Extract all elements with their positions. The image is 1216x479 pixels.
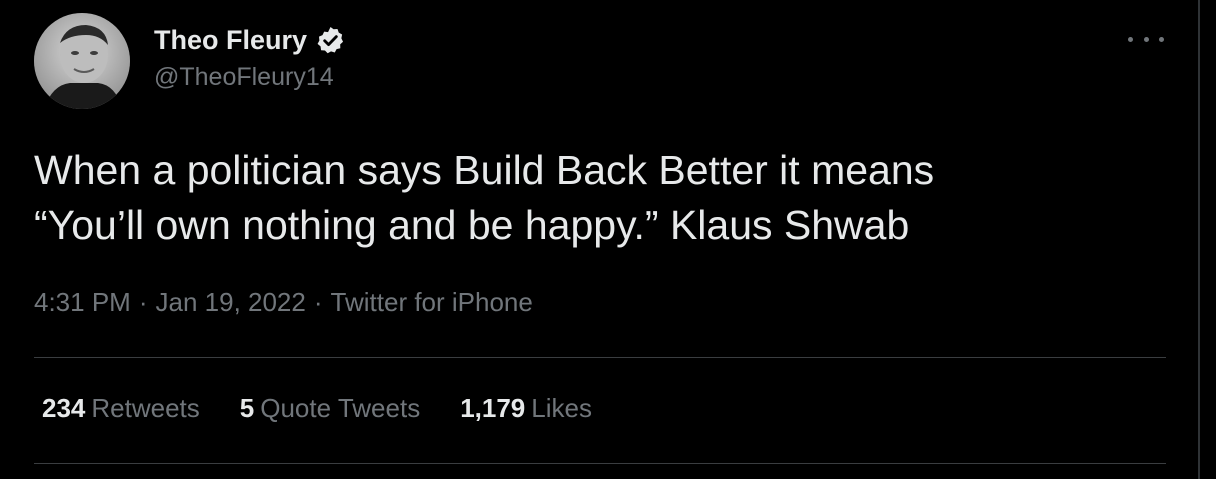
quote-tweets-count: 5	[239, 393, 255, 423]
tweet-time[interactable]: 4:31 PM	[34, 287, 131, 317]
tweet-text: When a politician says Build Back Better…	[34, 143, 1154, 253]
tweet-date[interactable]: Jan 19, 2022	[156, 287, 306, 317]
avatar-photo	[34, 13, 130, 109]
more-dot	[1143, 36, 1149, 42]
meta-separator: ·	[313, 287, 323, 317]
tweet-text-line: When a politician says Build Back Better…	[34, 147, 935, 193]
tweet-source[interactable]: Twitter for iPhone	[331, 287, 533, 317]
likes-stat[interactable]: 1,179 Likes	[460, 393, 592, 424]
divider	[34, 357, 1166, 358]
meta-separator: ·	[138, 287, 148, 317]
more-dot	[1128, 36, 1133, 42]
tweet-stats: 234 Retweets 5 Quote Tweets 1,179 Likes	[42, 393, 632, 424]
display-name[interactable]: Theo Fleury	[154, 25, 307, 56]
tweet-detail: Theo Fleury @TheoFleury14 When a politic…	[0, 0, 1198, 479]
quote-tweets-stat[interactable]: 5 Quote Tweets	[240, 393, 420, 424]
likes-label: Likes	[531, 393, 592, 423]
more-dot	[1159, 36, 1164, 42]
more-horizontal-icon[interactable]	[1128, 27, 1164, 51]
quote-tweets-label: Quote Tweets	[260, 393, 421, 423]
column-border	[1198, 0, 1200, 479]
retweets-count: 234	[42, 393, 86, 423]
tweet-metadata: 4:31 PM · Jan 19, 2022 · Twitter for iPhone	[34, 287, 533, 318]
divider	[34, 463, 1166, 464]
likes-count: 1,179	[460, 393, 526, 423]
retweets-stat[interactable]: 234 Retweets	[42, 393, 200, 424]
verified-badge-icon	[315, 25, 346, 56]
retweets-label: Retweets	[91, 393, 200, 423]
avatar[interactable]	[34, 13, 130, 109]
tweet-text-line: “You’ll own nothing and be happy.” Klaus…	[34, 202, 910, 248]
author-row: Theo Fleury	[154, 22, 346, 58]
user-handle[interactable]: @TheoFleury14	[154, 63, 334, 92]
